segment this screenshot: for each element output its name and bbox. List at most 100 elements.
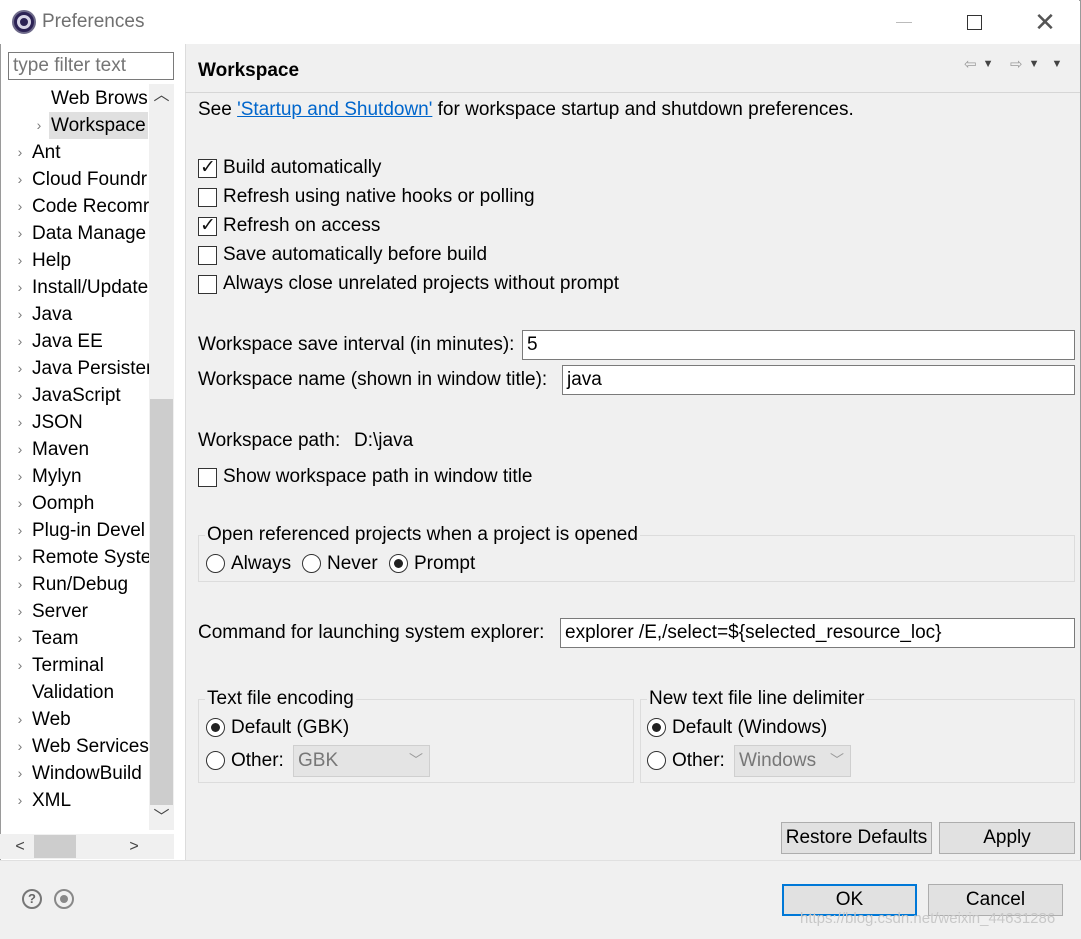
chevron-right-icon[interactable]: › — [14, 247, 26, 274]
chevron-right-icon[interactable]: › — [14, 733, 26, 760]
delimiter-other-label: Other: — [672, 750, 725, 771]
delimiter-other-radio[interactable] — [647, 751, 666, 770]
chevron-right-icon[interactable]: › — [14, 301, 26, 328]
back-dropdown-icon[interactable]: ▼ — [983, 58, 994, 70]
tree-item[interactable]: › Code Recomr — [0, 193, 149, 220]
encoding-default-radio[interactable] — [206, 718, 225, 737]
restore-defaults-button[interactable]: Restore Defaults — [781, 822, 932, 854]
checkbox[interactable] — [198, 188, 217, 207]
checkbox[interactable] — [198, 246, 217, 265]
encoding-default-label: Default (GBK) — [231, 717, 350, 738]
tree-item[interactable]: › XML — [0, 787, 149, 814]
chevron-right-icon[interactable]: › — [33, 112, 45, 139]
tree-item[interactable]: › Java — [0, 301, 149, 328]
tree-item[interactable]: › Java EE — [0, 328, 149, 355]
tree-item[interactable]: › Oomph — [0, 490, 149, 517]
scroll-up-icon[interactable]: ︿ — [149, 84, 174, 108]
chevron-right-icon[interactable]: › — [14, 139, 26, 166]
view-menu-icon[interactable]: ▼ — [1051, 58, 1062, 70]
filter-input[interactable] — [8, 52, 174, 80]
forward-dropdown-icon[interactable]: ▼ — [1029, 58, 1040, 70]
back-arrow-icon[interactable]: ⇦ — [964, 55, 977, 73]
tree-item-label: Plug-in Devel — [32, 520, 145, 541]
save-interval-field[interactable]: 5 — [522, 330, 1075, 360]
chevron-right-icon[interactable]: › — [14, 706, 26, 733]
scroll-left-icon[interactable]: < — [8, 834, 32, 859]
tree-item[interactable]: › Server — [0, 598, 149, 625]
tree-item[interactable]: › Workspace — [0, 112, 149, 139]
delimiter-combo[interactable]: Windows ﹀ — [734, 745, 851, 777]
chevron-right-icon[interactable]: › — [14, 409, 26, 436]
scroll-right-icon[interactable]: > — [122, 834, 146, 859]
chevron-right-icon[interactable]: › — [14, 382, 26, 409]
chevron-right-icon[interactable]: › — [14, 787, 26, 814]
chevron-right-icon[interactable]: › — [14, 652, 26, 679]
tree-vertical-scrollbar[interactable]: ︿ ﹀ — [149, 84, 174, 830]
tree-item[interactable]: › Mylyn — [0, 463, 149, 490]
eclipse-app-icon — [12, 10, 36, 34]
back-nav[interactable]: ⇦ ▼ — [964, 54, 993, 74]
help-icon[interactable]: ? — [22, 889, 42, 909]
tree-item[interactable]: › Plug-in Devel — [0, 517, 149, 544]
show-path-checkbox[interactable] — [198, 468, 217, 487]
chevron-right-icon[interactable]: › — [14, 490, 26, 517]
chevron-right-icon[interactable]: › — [14, 166, 26, 193]
checkbox[interactable] — [198, 156, 217, 179]
chevron-right-icon[interactable]: › — [14, 355, 26, 382]
forward-nav[interactable]: ⇨ ▼ ▼ — [1010, 54, 1062, 74]
open-referenced-radio[interactable] — [302, 554, 321, 573]
chevron-right-icon[interactable]: › — [14, 517, 26, 544]
tree-item[interactable]: Validation — [0, 679, 149, 706]
explorer-command-field[interactable]: explorer /E,/select=${selected_resource_… — [560, 618, 1075, 648]
open-referenced-radio[interactable] — [389, 554, 408, 573]
chevron-right-icon[interactable]: › — [14, 328, 26, 355]
delimiter-default-radio[interactable] — [647, 718, 666, 737]
chevron-right-icon[interactable]: › — [14, 274, 26, 301]
chevron-right-icon[interactable]: › — [14, 625, 26, 652]
horizontal-scrollbar-thumb[interactable] — [34, 835, 76, 858]
close-button[interactable]: ✕ — [1010, 0, 1080, 44]
encoding-other-radio[interactable] — [206, 751, 225, 770]
tree-item-label: Validation — [32, 682, 115, 703]
chevron-right-icon[interactable]: › — [14, 436, 26, 463]
tree-item[interactable]: › JSON — [0, 409, 149, 436]
tree-item[interactable]: › Terminal — [0, 652, 149, 679]
chevron-right-icon[interactable]: › — [14, 193, 26, 220]
checkbox[interactable] — [198, 275, 217, 294]
apply-button[interactable]: Apply — [939, 822, 1075, 854]
chevron-right-icon[interactable]: › — [14, 544, 26, 571]
startup-shutdown-link[interactable]: 'Startup and Shutdown' — [237, 99, 432, 120]
tree-item[interactable]: › Team — [0, 625, 149, 652]
tree-item[interactable]: › Run/Debug — [0, 571, 149, 598]
tree-item[interactable]: › Remote Syste — [0, 544, 149, 571]
forward-arrow-icon[interactable]: ⇨ — [1010, 55, 1023, 73]
tree-item[interactable]: › WindowBuild — [0, 760, 149, 787]
tree-item[interactable]: › Cloud Foundr — [0, 166, 149, 193]
chevron-right-icon[interactable]: › — [14, 598, 26, 625]
open-referenced-radio[interactable] — [206, 554, 225, 573]
tree-item[interactable]: › Web Services — [0, 733, 149, 760]
encoding-combo[interactable]: GBK ﹀ — [293, 745, 430, 777]
scroll-down-icon[interactable]: ﹀ — [149, 806, 174, 830]
chevron-right-icon[interactable]: › — [14, 571, 26, 598]
tree-item[interactable]: Web Brows — [0, 85, 149, 112]
tree-item[interactable]: › Ant — [0, 139, 149, 166]
tree-item[interactable]: › Web — [0, 706, 149, 733]
import-export-icon[interactable] — [54, 889, 74, 909]
chevron-right-icon[interactable]: › — [14, 463, 26, 490]
tree-item[interactable]: › Install/Update — [0, 274, 149, 301]
chevron-right-icon[interactable]: › — [14, 220, 26, 247]
tree-item[interactable]: › Data Manage — [0, 220, 149, 247]
tree-item[interactable]: › JavaScript — [0, 382, 149, 409]
tree-item[interactable]: › Java Persisten — [0, 355, 149, 382]
tree-horizontal-scrollbar[interactable]: < > — [0, 834, 174, 859]
minimize-button[interactable] — [869, 0, 939, 44]
maximize-button[interactable] — [939, 0, 1009, 44]
scrollbar-thumb[interactable] — [150, 399, 173, 805]
tree-item[interactable]: › Maven — [0, 436, 149, 463]
workspace-name-field[interactable]: java — [562, 365, 1075, 395]
tree-item-label: Java Persisten — [32, 358, 149, 379]
chevron-right-icon[interactable]: › — [14, 760, 26, 787]
tree-item[interactable]: › Help — [0, 247, 149, 274]
checkbox[interactable] — [198, 214, 217, 237]
